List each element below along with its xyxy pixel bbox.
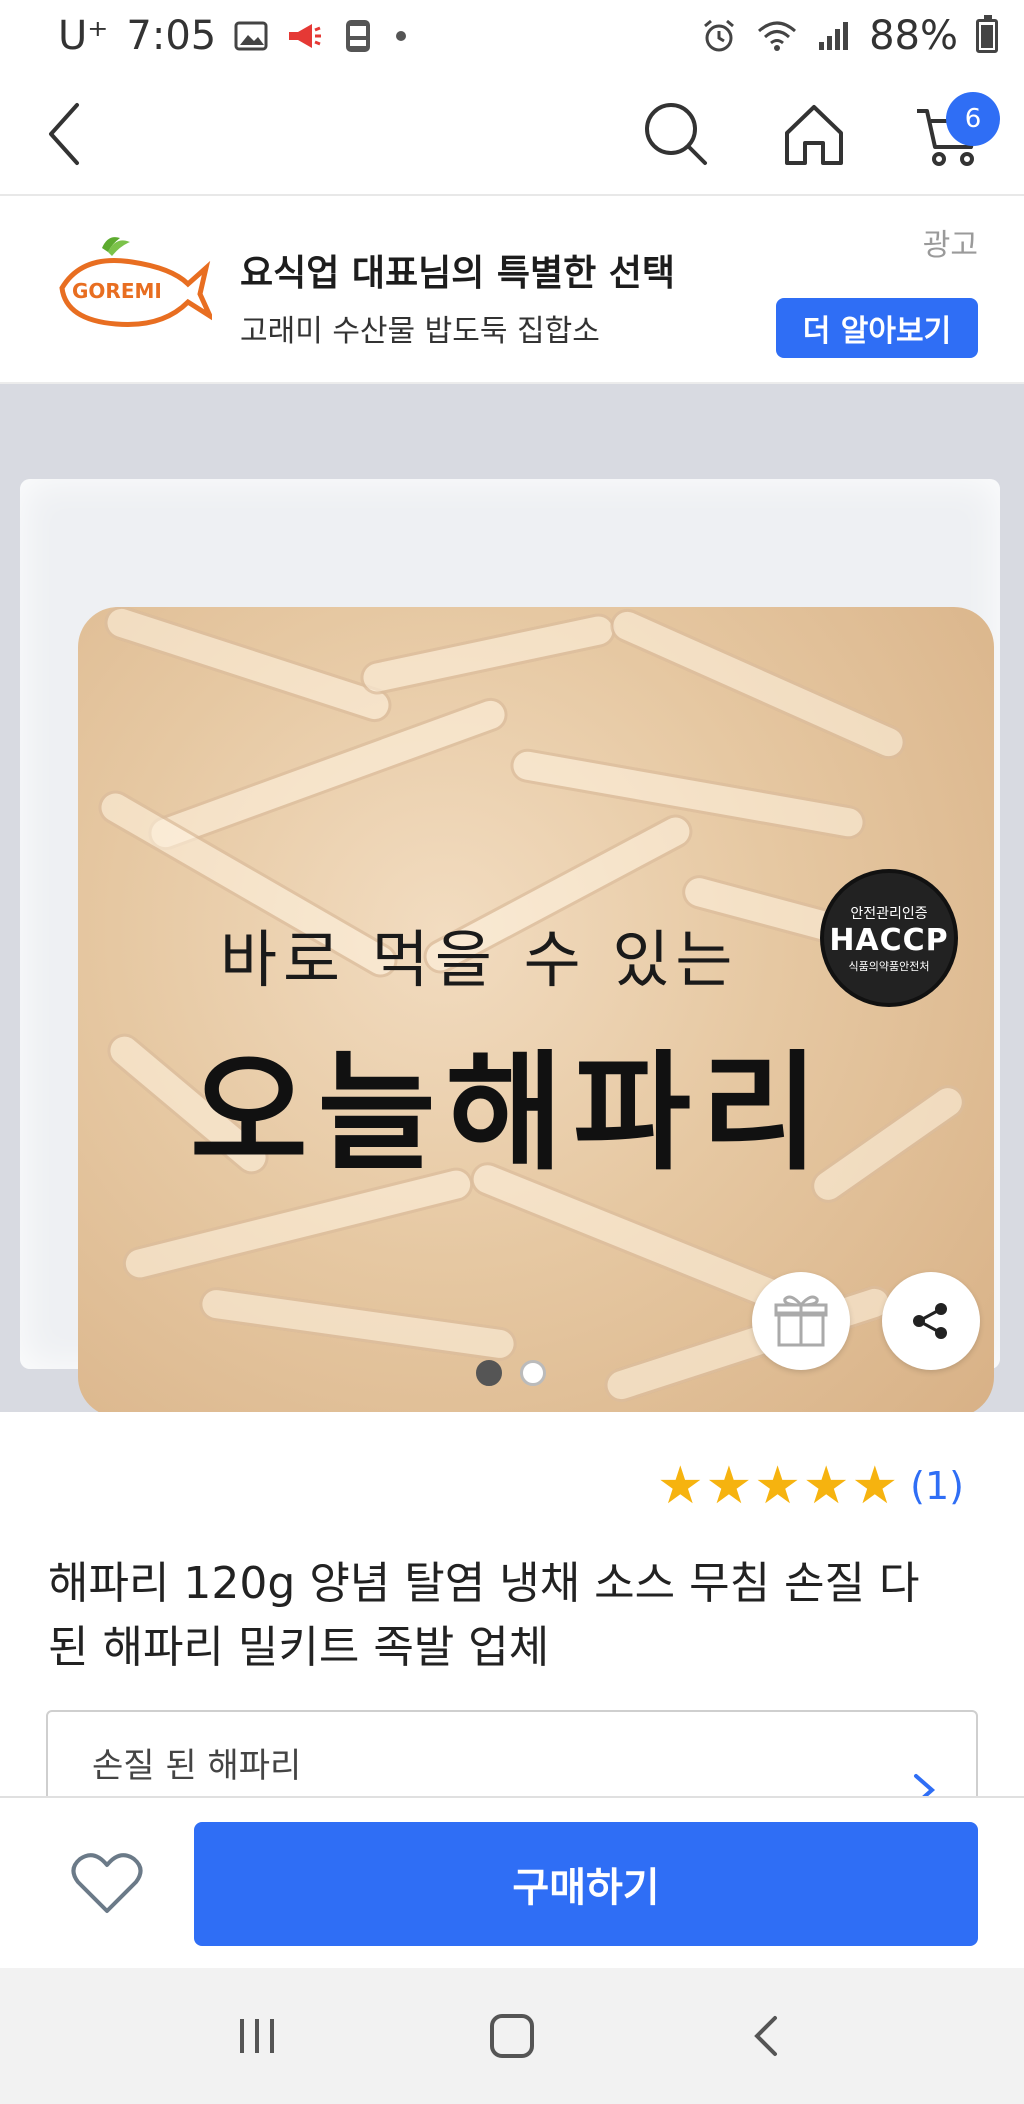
- gift-icon: [774, 1295, 828, 1347]
- status-left: U⁺ 7:05: [58, 13, 408, 59]
- android-navigation-bar: [0, 1968, 1024, 2104]
- back-icon: [49, 103, 79, 165]
- wifi-icon: [755, 19, 799, 53]
- selected-option-label: 손질 된 해파리: [92, 1746, 302, 1786]
- notification-icon: [340, 16, 376, 56]
- star-icon: ★: [851, 1456, 899, 1516]
- ad-label: 광고: [922, 228, 978, 263]
- home-square-icon: [489, 2014, 534, 2058]
- system-back-button[interactable]: [727, 1996, 807, 2076]
- star-icon: ★: [657, 1456, 704, 1516]
- product-image-carousel[interactable]: 바로 먹을 수 있는 오늘해파리 안전관리인증 HACCP 식품의약품안전처: [0, 384, 1024, 1412]
- megaphone-icon: [286, 20, 322, 52]
- share-icon: [913, 1303, 947, 1339]
- carousel-page-indicator: [476, 1360, 546, 1386]
- package-text-line1: 바로 먹을 수 있는: [220, 923, 739, 996]
- status-time: 7:05: [126, 13, 217, 59]
- haccp-main-text: HACCP: [829, 922, 949, 958]
- haccp-bottom-text: 식품의약품안전처: [848, 959, 930, 973]
- cart-count-badge: 6: [946, 92, 1000, 146]
- status-bar: U⁺ 7:05 88%: [0, 0, 1024, 72]
- wishlist-button[interactable]: [62, 1842, 152, 1926]
- carousel-dot-2[interactable]: [520, 1360, 546, 1386]
- dot-icon: [394, 29, 408, 43]
- battery-icon: [976, 15, 998, 53]
- home-button[interactable]: [774, 94, 854, 174]
- signal-icon: [817, 20, 851, 52]
- buy-button[interactable]: 구매하기: [194, 1822, 978, 1946]
- gallery-icon: [234, 21, 268, 51]
- goremi-logo: GOREMI: [52, 228, 216, 348]
- alarm-icon: [701, 18, 737, 54]
- home-icon: [785, 105, 843, 165]
- star-icon: ★: [705, 1456, 753, 1516]
- status-right: 88%: [701, 13, 998, 59]
- cart-button[interactable]: 6: [908, 92, 1000, 174]
- back-button[interactable]: [26, 94, 106, 174]
- haccp-top-text: 안전관리인증: [850, 905, 928, 922]
- heart-icon: [71, 1853, 143, 1913]
- review-count[interactable]: (1): [910, 1464, 964, 1508]
- gift-button[interactable]: [752, 1272, 850, 1370]
- battery-percent: 88%: [869, 13, 958, 59]
- recent-apps-icon: [240, 2019, 275, 2053]
- search-button[interactable]: [636, 94, 716, 174]
- package-text-line2: 오늘해파리: [190, 1038, 829, 1188]
- haccp-badge: 안전관리인증 HACCP 식품의약품안전처: [820, 869, 958, 1007]
- star-icon: ★: [802, 1456, 850, 1516]
- carousel-dot-1[interactable]: [476, 1360, 502, 1386]
- star-icon: ★: [754, 1456, 801, 1516]
- share-button[interactable]: [882, 1272, 980, 1370]
- ad-subtitle: 고래미 수산물 밥도둑 집합소: [240, 314, 600, 349]
- product-rating[interactable]: ★ ★ ★ ★ ★ (1): [657, 1460, 964, 1512]
- recent-apps-button[interactable]: [217, 1996, 297, 2076]
- product-title: 해파리 120g 양념 탈염 냉채 소스 무침 손질 다 된 해파리 밀키트 족…: [48, 1558, 920, 1673]
- ad-logo-text: GOREMI: [72, 279, 162, 303]
- top-nav: 6: [0, 72, 1024, 196]
- ad-banner[interactable]: GOREMI 요식업 대표님의 특별한 선택 고래미 수산물 밥도둑 집합소 광…: [0, 198, 1024, 384]
- carrier-label: U⁺: [58, 13, 109, 59]
- ad-learn-more-button[interactable]: 더 알아보기: [776, 298, 978, 358]
- ad-title: 요식업 대표님의 특별한 선택: [240, 253, 676, 294]
- search-icon: [645, 103, 707, 165]
- home-system-button[interactable]: [472, 1996, 552, 2076]
- back-arrow-icon: [753, 2016, 777, 2056]
- product-package-image: 바로 먹을 수 있는 오늘해파리 안전관리인증 HACCP 식품의약품안전처: [20, 479, 1000, 1412]
- purchase-bar: 구매하기: [0, 1796, 1024, 1968]
